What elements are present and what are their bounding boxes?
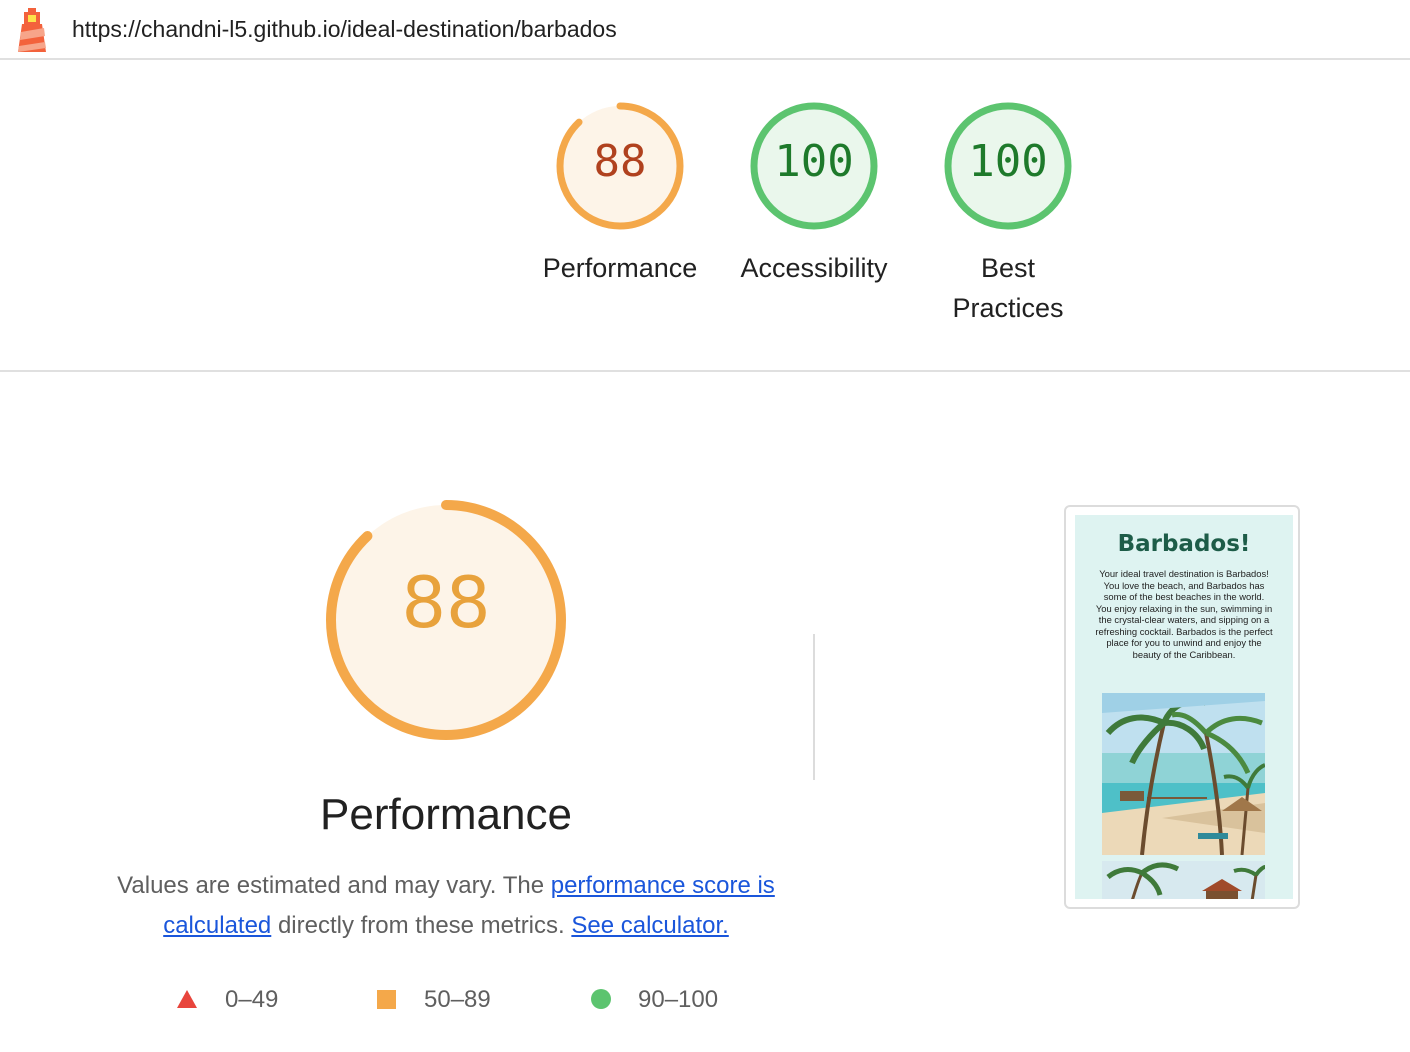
vertical-divider xyxy=(813,634,815,780)
beach-image xyxy=(1102,693,1265,855)
legend-fail: 0–49 xyxy=(176,984,316,1014)
legend-pass-label: 90–100 xyxy=(638,986,719,1013)
report-url[interactable]: https://chandni-l5.github.io/ideal-desti… xyxy=(72,16,617,43)
gauge-accessibility-label: Accessibility xyxy=(740,253,888,283)
gauge-performance-score: 88 xyxy=(593,136,647,187)
legend-average: 50–89 xyxy=(376,984,516,1014)
gauge-best-practices-score: 100 xyxy=(968,136,1048,187)
gauge-best-practices[interactable]: 100 Best Practices xyxy=(908,98,1108,338)
description-prefix: Values are estimated and may vary. The xyxy=(117,872,551,899)
gauge-performance-label: Performance xyxy=(542,253,698,283)
gauge-performance[interactable]: 88 Performance xyxy=(520,98,720,298)
final-screenshot[interactable]: Barbados! Your ideal travel destination … xyxy=(1064,505,1300,909)
section-divider xyxy=(0,370,1410,372)
screenshot-page: Barbados! Your ideal travel destination … xyxy=(1075,515,1293,899)
triangle-icon xyxy=(177,990,197,1008)
circle-icon xyxy=(591,989,611,1009)
gauge-best-practices-label-line2: Practices xyxy=(952,293,1064,323)
performance-score-large: 88 xyxy=(401,562,491,644)
see-calculator-link[interactable]: See calculator. xyxy=(571,912,728,939)
lighthouse-icon xyxy=(18,8,46,52)
legend-pass: 90–100 xyxy=(590,984,750,1014)
legend-average-label: 50–89 xyxy=(424,986,491,1013)
screenshot-text: Your ideal travel destination is Barbado… xyxy=(1095,568,1273,660)
square-icon xyxy=(377,990,396,1009)
performance-title: Performance xyxy=(320,790,572,839)
gauge-accessibility-score: 100 xyxy=(774,136,854,187)
legend-fail-label: 0–49 xyxy=(225,986,279,1013)
performance-gauge-large: 88 xyxy=(316,490,576,750)
performance-description: Values are estimated and may vary. The p… xyxy=(116,866,776,946)
gauge-best-practices-label-line1: Best xyxy=(980,253,1036,283)
gauge-best-practices-label: Best Practices xyxy=(908,248,1108,328)
screenshot-title: Barbados! xyxy=(1117,531,1251,557)
report-header: https://chandni-l5.github.io/ideal-desti… xyxy=(0,0,1410,60)
beach-image-2 xyxy=(1102,861,1265,899)
description-mid: directly from these metrics. xyxy=(271,912,572,939)
gauge-accessibility[interactable]: 100 Accessibility xyxy=(714,98,914,298)
